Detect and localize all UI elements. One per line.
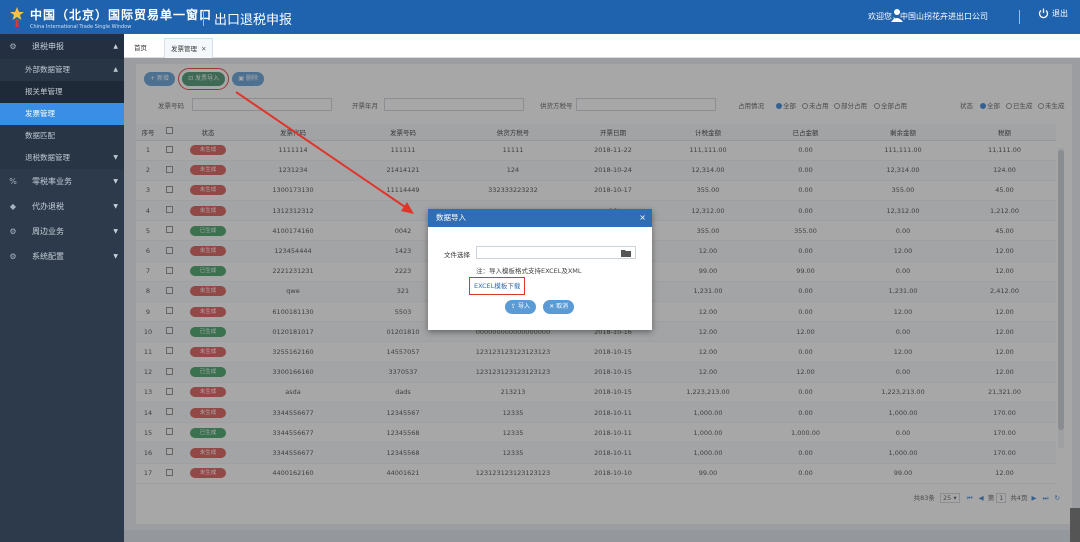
logout-label: 退出 [1052,9,1068,18]
welcome-text: 欢迎您，中国山拐花卉进出口公司 [868,12,988,21]
dialog-cancel-label: 取消 [556,303,569,310]
sidebar-item-customs-declaration[interactable]: 报关单管理 [0,81,124,103]
dialog-buttons: ⇪ 导入 ✕ 取消 [505,300,579,314]
tab-invoice-management[interactable]: 发票管理 ✕ [164,38,214,58]
dialog-import-label: 导入 [517,303,530,310]
top-bar: 中国（北京）国际贸易单一窗口 China International Trade… [0,0,1080,34]
format-note: 注：导入模板格式支持EXCEL及XML [476,267,582,275]
tab-label: 首页 [134,44,147,52]
sidebar-item-label: 数据匹配 [25,131,55,140]
sidebar-item-agent-refund[interactable]: ◆ 代办退税 ▼ [0,194,124,219]
folder-icon[interactable] [621,249,631,257]
sidebar-item-data-match[interactable]: 数据匹配 [0,125,124,147]
close-icon[interactable]: ✕ [201,45,206,53]
import-dialog: 数据导入 × 文件选择 注：导入模板格式支持EXCEL及XML EXCEL模板下… [428,209,652,330]
gear-icon: ⚙ [9,252,17,261]
chevron-down-icon: ▼ [113,203,118,210]
sidebar-item-system-config[interactable]: ⚙ 系统配置 ▼ [0,244,124,269]
file-label: 文件选择 [444,251,470,259]
dialog-cancel-button[interactable]: ✕ 取消 [543,300,575,314]
chevron-down-icon: ▼ [113,228,118,235]
sidebar-item-zero-rate[interactable]: % 零税率业务 ▼ [0,169,124,194]
sidebar-item-peripheral[interactable]: ⚙ 周边业务 ▼ [0,219,124,244]
chevron-up-icon: ▲ [113,43,118,50]
tab-bar: 首页 发票管理 ✕ [124,34,1080,58]
logout-button[interactable]: 退出 [1038,8,1068,19]
header-divider [203,10,204,26]
sidebar-item-label: 周边业务 [32,227,64,236]
dialog-import-button[interactable]: ⇪ 导入 [505,300,536,314]
sidebar-item-label: 发票管理 [25,109,55,118]
chevron-down-icon: ▼ [113,178,118,185]
file-input[interactable] [476,246,636,259]
logo-icon [10,7,24,27]
excel-template-download-link[interactable]: EXCEL模板下载 [468,277,526,295]
dialog-header: 数据导入 × [428,209,652,227]
gear-icon: ⚙ [9,227,17,236]
sidebar: ⚙ 退税申报 ▲ 外部数据管理 ▲ 报关单管理 发票管理 数据匹配 退税数据管理 ▼ %… [0,34,124,542]
tab-label: 发票管理 [171,45,197,53]
sidebar-item-label: 退税申报 [32,42,64,51]
gear-icon: ⚙ [9,42,17,51]
sidebar-item-external-data[interactable]: 外部数据管理 ▲ [0,59,124,81]
layers-icon: ◆ [9,202,17,211]
brand-subtitle: China International Trade Single Window [30,24,132,30]
upload-icon: ⇪ [511,303,518,310]
sidebar-item-tax-refund[interactable]: ⚙ 退税申报 ▲ [0,34,124,59]
brand: 中国（北京）国际贸易单一窗口 China International Trade… [30,6,212,30]
tab-home[interactable]: 首页 [128,38,153,58]
chevron-down-icon: ▼ [113,154,118,161]
sidebar-item-label: 报关单管理 [25,87,63,96]
power-icon [1038,8,1049,19]
percent-icon: % [9,177,17,186]
close-icon[interactable]: × [639,209,646,227]
sidebar-item-label: 代办退税 [32,202,64,211]
sidebar-item-label: 退税数据管理 [25,153,70,162]
sidebar-item-label: 零税率业务 [32,177,72,186]
dialog-title: 数据导入 [436,213,466,222]
chevron-down-icon: ▼ [113,253,118,260]
sidebar-item-invoice-management[interactable]: 发票管理 [0,103,124,125]
sidebar-item-refund-data[interactable]: 退税数据管理 ▼ [0,147,124,169]
system-title: 出口退税申报 [214,13,293,28]
sidebar-item-label: 系统配置 [32,252,64,261]
brand-title: 中国（北京）国际贸易单一窗口 [30,8,213,22]
chevron-up-icon: ▲ [113,66,118,73]
sidebar-item-label: 外部数据管理 [25,65,70,74]
header-divider-2 [1019,10,1020,24]
side-handle[interactable] [1070,508,1080,542]
